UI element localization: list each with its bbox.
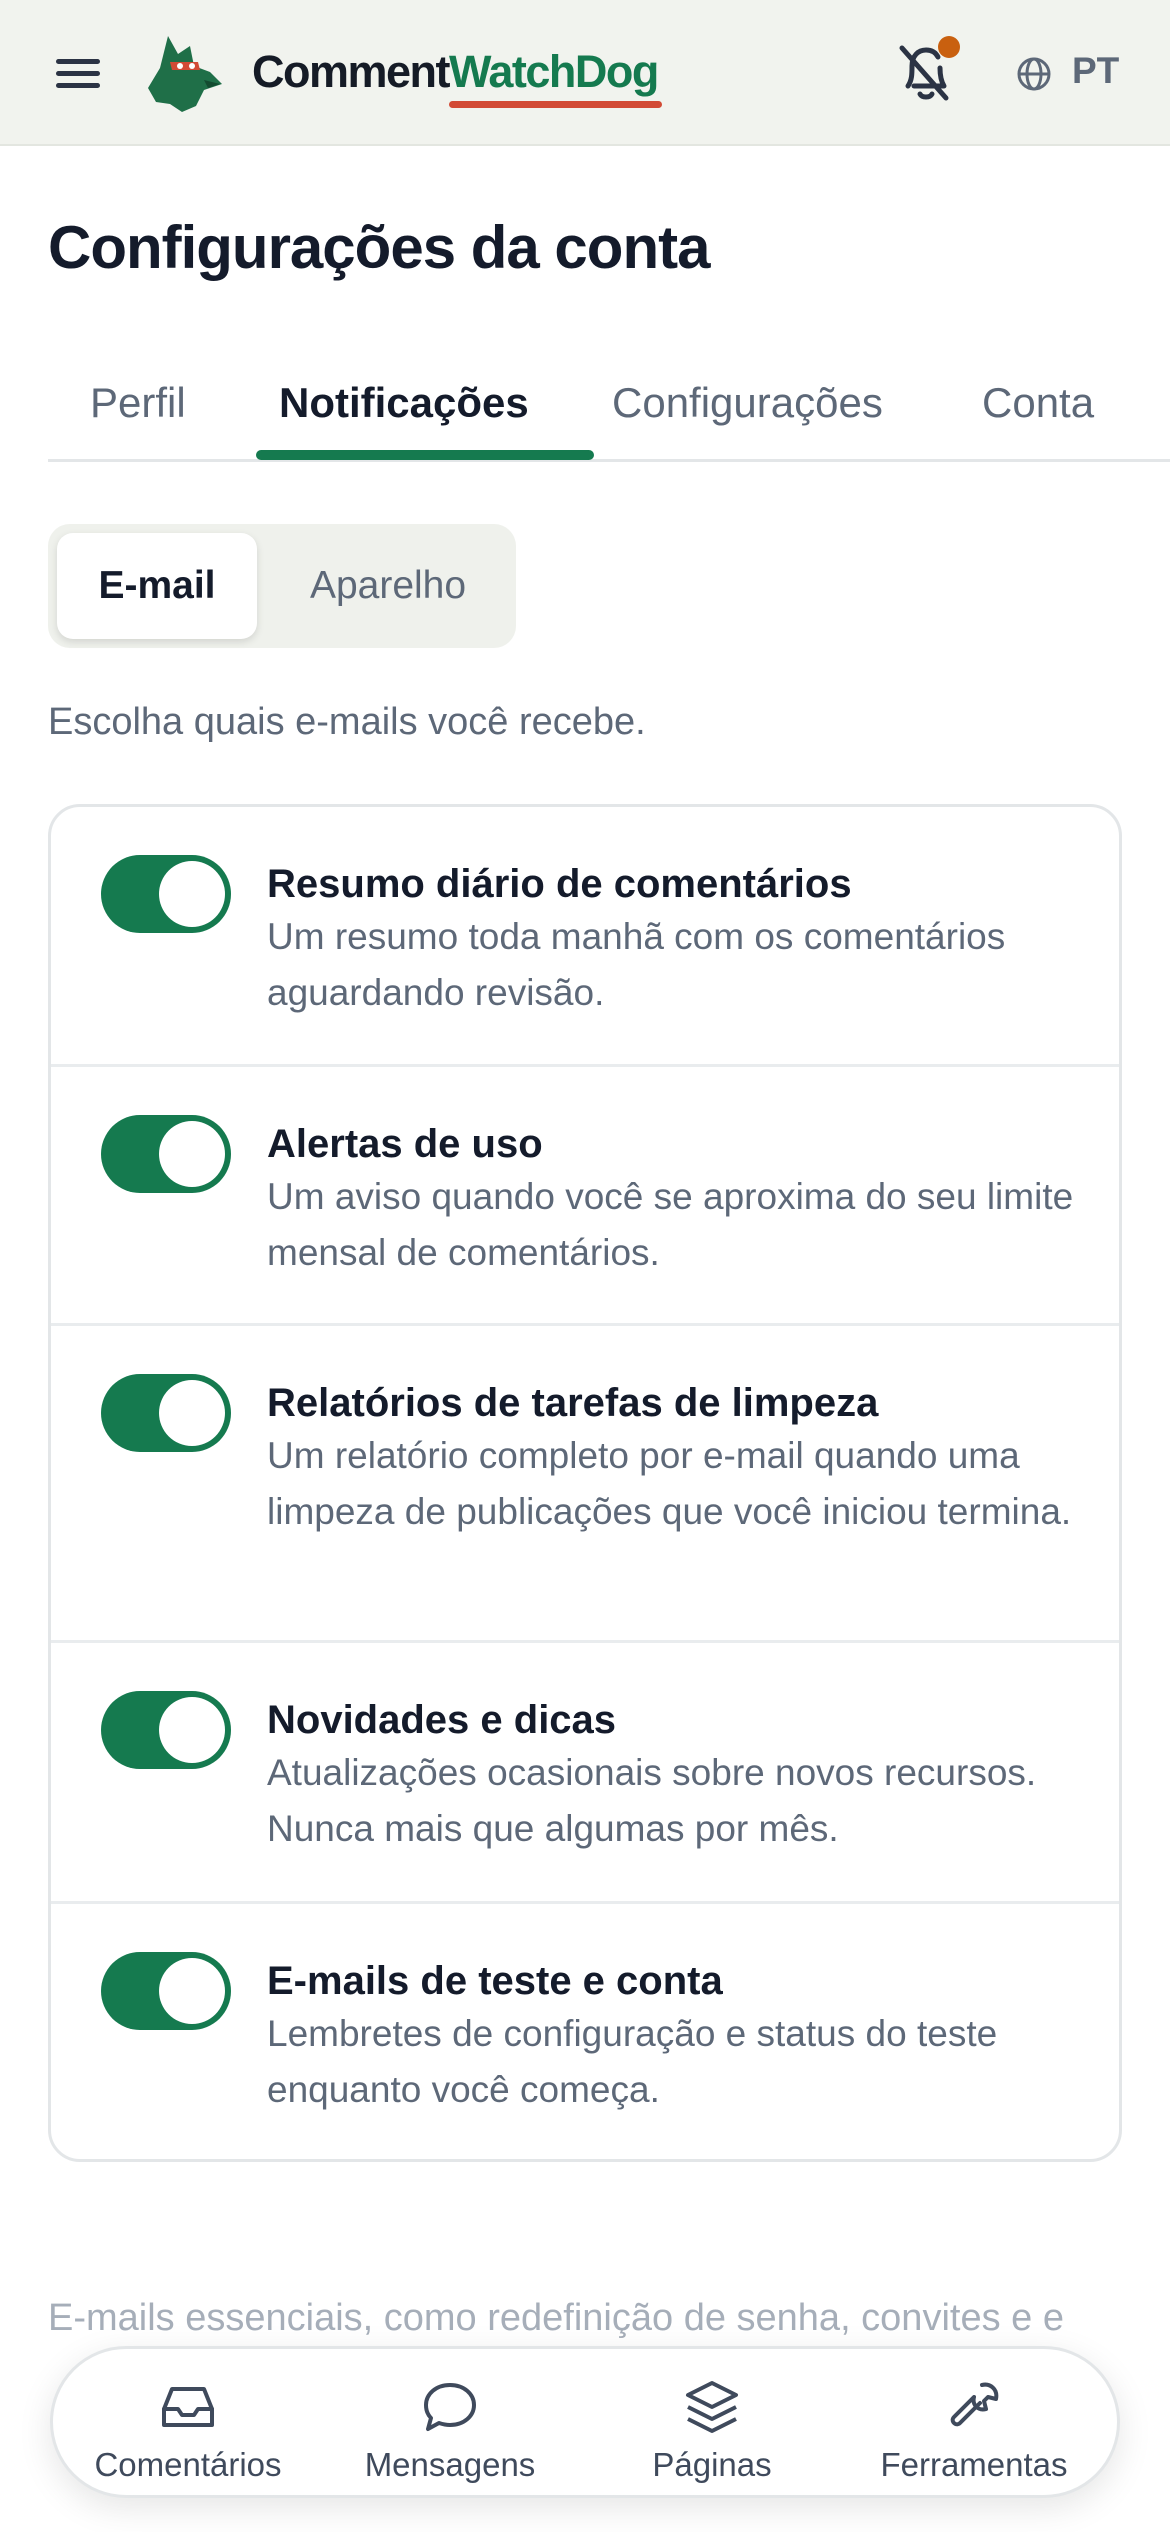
tab-profile[interactable]: Perfil <box>90 378 186 428</box>
globe-icon[interactable] <box>1016 56 1052 92</box>
active-tab-indicator <box>256 450 594 460</box>
brand-wordmark[interactable]: CommentWatchDog <box>252 42 662 108</box>
email-notifications-card: Resumo diário de comentários Um resumo t… <box>48 804 1122 2162</box>
notification-description: Um resumo toda manhã com os comentários … <box>267 916 1006 1013</box>
list-item: Novidades e dicas Atualizações ocasionai… <box>51 1643 1119 1904</box>
channel-segmented-control: E-mail Aparelho <box>48 524 516 648</box>
inbox-icon <box>162 2387 214 2427</box>
tab-account[interactable]: Conta <box>982 378 1094 428</box>
notification-title: Novidades e dicas <box>267 1698 617 1742</box>
list-item: Alertas de uso Um aviso quando você se a… <box>51 1067 1119 1326</box>
nav-messages[interactable]: Mensagens <box>320 2349 580 2497</box>
notification-description: Um aviso quando você se aproxima do seu … <box>267 1176 1074 1273</box>
bottom-navigation: Comentários Mensagens Páginas Ferramenta… <box>50 2346 1120 2498</box>
nav-label: Páginas <box>652 2446 772 2483</box>
notification-description: Um relatório completo por e-mail quando … <box>267 1435 1072 1532</box>
page-title: Configurações da conta <box>48 214 710 281</box>
list-item: Resumo diário de comentários Um resumo t… <box>51 807 1119 1067</box>
notification-description: Atualizações ocasionais sobre novos recu… <box>267 1752 1037 1849</box>
brand-name-part1: Comment <box>252 46 451 97</box>
dog-mascot-logo[interactable] <box>142 28 226 114</box>
toggle-switch[interactable] <box>101 1115 231 1193</box>
top-bar: CommentWatchDog PT <box>0 0 1170 146</box>
segment-email[interactable]: E-mail <box>57 533 257 639</box>
toggle-switch[interactable] <box>101 855 231 933</box>
toggle-switch[interactable] <box>101 1374 231 1452</box>
toggle-switch[interactable] <box>101 1691 231 1769</box>
nav-pages[interactable]: Páginas <box>582 2349 842 2497</box>
nav-label: Comentários <box>94 2446 282 2483</box>
list-item: Relatórios de tarefas de limpeza Um rela… <box>51 1326 1119 1643</box>
chat-bubble-icon <box>424 2383 476 2431</box>
toggle-switch[interactable] <box>101 1952 231 2030</box>
intro-text: Escolha quais e-mails você recebe. <box>48 701 646 743</box>
notification-title: Alertas de uso <box>267 1122 543 1166</box>
nav-label: Mensagens <box>364 2446 536 2483</box>
nav-label: Ferramentas <box>880 2446 1068 2483</box>
list-item: E-mails de teste e conta Lembretes de co… <box>51 1904 1119 2159</box>
nav-comments[interactable]: Comentários <box>58 2349 318 2497</box>
hamburger-menu-icon[interactable] <box>56 56 104 92</box>
tab-settings[interactable]: Configurações <box>612 378 883 428</box>
notification-title: Relatórios de tarefas de limpeza <box>267 1381 879 1425</box>
language-selector[interactable]: PT <box>1072 48 1119 94</box>
settings-tabs: Perfil Notificações Configurações Conta <box>48 360 1170 462</box>
tab-notifications[interactable]: Notificações <box>279 378 529 428</box>
segment-device[interactable]: Aparelho <box>278 533 498 639</box>
wrench-icon <box>950 2382 999 2427</box>
layers-icon <box>686 2381 738 2433</box>
brand-name-part2: WatchDog <box>449 42 662 108</box>
essential-emails-note: E-mails essenciais, como redefinição de … <box>48 2297 1064 2339</box>
notification-title: E-mails de teste e conta <box>267 1959 723 2003</box>
notification-dot <box>938 36 960 58</box>
notification-title: Resumo diário de comentários <box>267 862 852 906</box>
notification-description: Lembretes de configuração e status do te… <box>267 2013 998 2110</box>
nav-tools[interactable]: Ferramentas <box>844 2349 1104 2497</box>
